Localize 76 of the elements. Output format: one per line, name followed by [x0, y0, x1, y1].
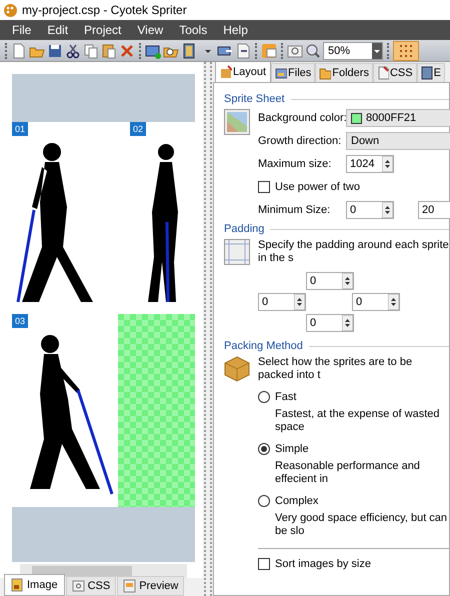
option-description: Fastest, at the expense of wasted space: [274, 408, 440, 434]
description-text: Select how the sprites are to be packed into t: [258, 356, 414, 382]
folder-icon: [319, 66, 332, 80]
spin-arrows-icon[interactable]: [342, 273, 353, 289]
spin-arrows-icon[interactable]: [388, 294, 399, 310]
spin-arrows-icon[interactable]: [382, 156, 393, 172]
image-icon: [11, 578, 24, 592]
field-label: Maximum size:: [258, 158, 332, 170]
checkbox[interactable]: [258, 558, 270, 570]
number-field[interactable]: 0: [346, 201, 394, 219]
radio-button[interactable]: [258, 443, 270, 455]
tab[interactable]: CSS: [372, 63, 417, 82]
gradient-tile-icon: [224, 109, 250, 135]
number-field[interactable]: 0: [306, 314, 354, 332]
spin-arrows-icon[interactable]: [342, 315, 353, 331]
option-description: Very good space efficiency, but can be slo: [274, 512, 448, 538]
padding-frame-icon: [224, 239, 250, 265]
sprite-label: 02: [130, 122, 146, 136]
menu-item[interactable]: File: [4, 23, 40, 37]
document-icon: [376, 66, 389, 80]
description-text: Specify the padding around each sprite in the s: [258, 239, 449, 265]
new-document-icon[interactable]: [11, 42, 27, 58]
grid-icon: [400, 44, 412, 56]
sprite-label: 01: [12, 122, 28, 136]
number-field[interactable]: 1024: [346, 155, 394, 173]
radio-label: Fast: [275, 391, 296, 403]
menu-item[interactable]: Help: [215, 23, 256, 37]
add-image-icon[interactable]: [145, 42, 161, 58]
sprite-label: 03: [12, 314, 28, 328]
cut-icon[interactable]: [65, 42, 81, 58]
window-title: my-project.csp - Cyotek Spriter: [22, 3, 187, 17]
grid-button[interactable]: [393, 40, 419, 60]
menu-item[interactable]: View: [129, 23, 172, 37]
tab[interactable]: Layout: [215, 62, 272, 82]
number-field[interactable]: 0: [306, 272, 354, 290]
menu-item[interactable]: Project: [76, 23, 130, 37]
spin-arrows-icon[interactable]: [294, 294, 305, 310]
menu-item[interactable]: Edit: [39, 23, 76, 37]
dropdown-icon[interactable]: [372, 42, 382, 58]
checkbox-label: Sort images by size: [275, 558, 371, 570]
tab[interactable]: Files: [271, 63, 316, 82]
magnifier-icon[interactable]: [305, 42, 321, 58]
option-description: Reasonable performance and effecient in: [274, 460, 421, 486]
zoom-combo[interactable]: 50%: [323, 42, 383, 60]
tab[interactable]: Preview: [117, 576, 184, 596]
image-file-icon: [275, 66, 288, 80]
checkbox[interactable]: [258, 181, 270, 193]
tab[interactable]: E: [416, 63, 445, 82]
group-title: Packing Method: [224, 340, 303, 352]
group-title: Sprite Sheet: [224, 93, 285, 105]
field-label: Background color:: [258, 112, 346, 124]
group-title: Padding: [224, 223, 264, 235]
color-swatch: [351, 112, 362, 124]
tab[interactable]: CSS: [66, 576, 116, 596]
number-field[interactable]: 0: [352, 293, 400, 311]
field-label: Growth direction:: [258, 135, 342, 147]
checkbox-label: Use power of two: [275, 181, 360, 193]
radio-label: Complex: [275, 495, 318, 507]
field-label: Minimum Size:: [258, 204, 332, 216]
number-field[interactable]: 20: [418, 201, 450, 219]
preview-icon: [123, 579, 136, 593]
box-icon: [224, 356, 250, 382]
radio-button[interactable]: [258, 495, 270, 507]
radio-button[interactable]: [258, 391, 270, 403]
delete-icon[interactable]: [119, 42, 135, 58]
spin-arrows-icon[interactable]: [382, 202, 393, 218]
paste-icon[interactable]: [101, 42, 117, 58]
tab[interactable]: Image: [4, 574, 65, 596]
app-icon: [4, 4, 17, 16]
color-picker-field[interactable]: 8000FF21: [346, 109, 450, 127]
number-field[interactable]: 0: [258, 293, 306, 311]
tab[interactable]: Folders: [315, 63, 373, 82]
radio-label: Simple: [275, 443, 309, 455]
menu-item[interactable]: Tools: [171, 23, 216, 37]
dropdown-field[interactable]: Down: [346, 132, 450, 150]
save-icon[interactable]: [47, 42, 63, 58]
